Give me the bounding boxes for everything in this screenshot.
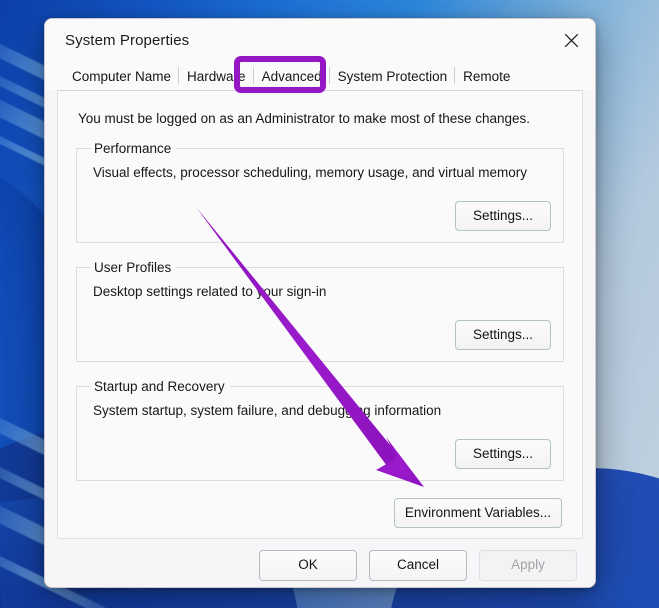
performance-description: Visual effects, processor scheduling, me… (93, 165, 527, 180)
tab-computer-name[interactable]: Computer Name (64, 66, 179, 90)
environment-variables-button[interactable]: Environment Variables... (393, 498, 562, 528)
performance-group: Performance Visual effects, processor sc… (76, 141, 564, 243)
close-x-icon (564, 33, 579, 48)
performance-button-row: Settings... (89, 201, 551, 231)
user-profiles-description: Desktop settings related to your sign-in (93, 284, 327, 299)
system-properties-dialog: System Properties Computer Name Hardware… (44, 18, 596, 588)
tab-strip: Computer Name Hardware Advanced System P… (45, 61, 595, 90)
performance-settings-button[interactable]: Settings... (455, 201, 551, 231)
tab-hardware[interactable]: Hardware (178, 66, 254, 90)
environment-variables-row: Environment Variables... (76, 498, 564, 528)
dialog-footer: OK Cancel Apply (45, 539, 595, 587)
startup-recovery-settings-button[interactable]: Settings... (455, 439, 551, 469)
user-profiles-button-row: Settings... (89, 320, 551, 350)
advanced-tab-panel: You must be logged on as an Administrato… (57, 90, 583, 539)
startup-recovery-button-row: Settings... (89, 439, 551, 469)
startup-recovery-group-label: Startup and Recovery (94, 379, 225, 394)
tab-remote[interactable]: Remote (454, 66, 518, 90)
user-profiles-group-label: User Profiles (94, 260, 172, 275)
apply-button: Apply (479, 549, 577, 581)
tab-advanced[interactable]: Advanced (252, 66, 330, 90)
performance-group-label: Performance (94, 141, 172, 156)
startup-recovery-group: Startup and Recovery System startup, sys… (76, 379, 564, 481)
user-profiles-group: User Profiles Desktop settings related t… (76, 260, 564, 362)
window-title: System Properties (65, 31, 190, 49)
startup-recovery-description: System startup, system failure, and debu… (93, 403, 442, 418)
close-button[interactable] (547, 19, 595, 61)
user-profiles-settings-button[interactable]: Settings... (455, 320, 551, 350)
cancel-button[interactable]: Cancel (369, 549, 467, 581)
title-bar: System Properties (45, 19, 595, 61)
desktop-wallpaper: System Properties Computer Name Hardware… (0, 0, 659, 608)
administrator-note: You must be logged on as an Administrato… (78, 111, 531, 126)
tab-system-protection[interactable]: System Protection (328, 66, 456, 90)
ok-button[interactable]: OK (259, 549, 357, 581)
